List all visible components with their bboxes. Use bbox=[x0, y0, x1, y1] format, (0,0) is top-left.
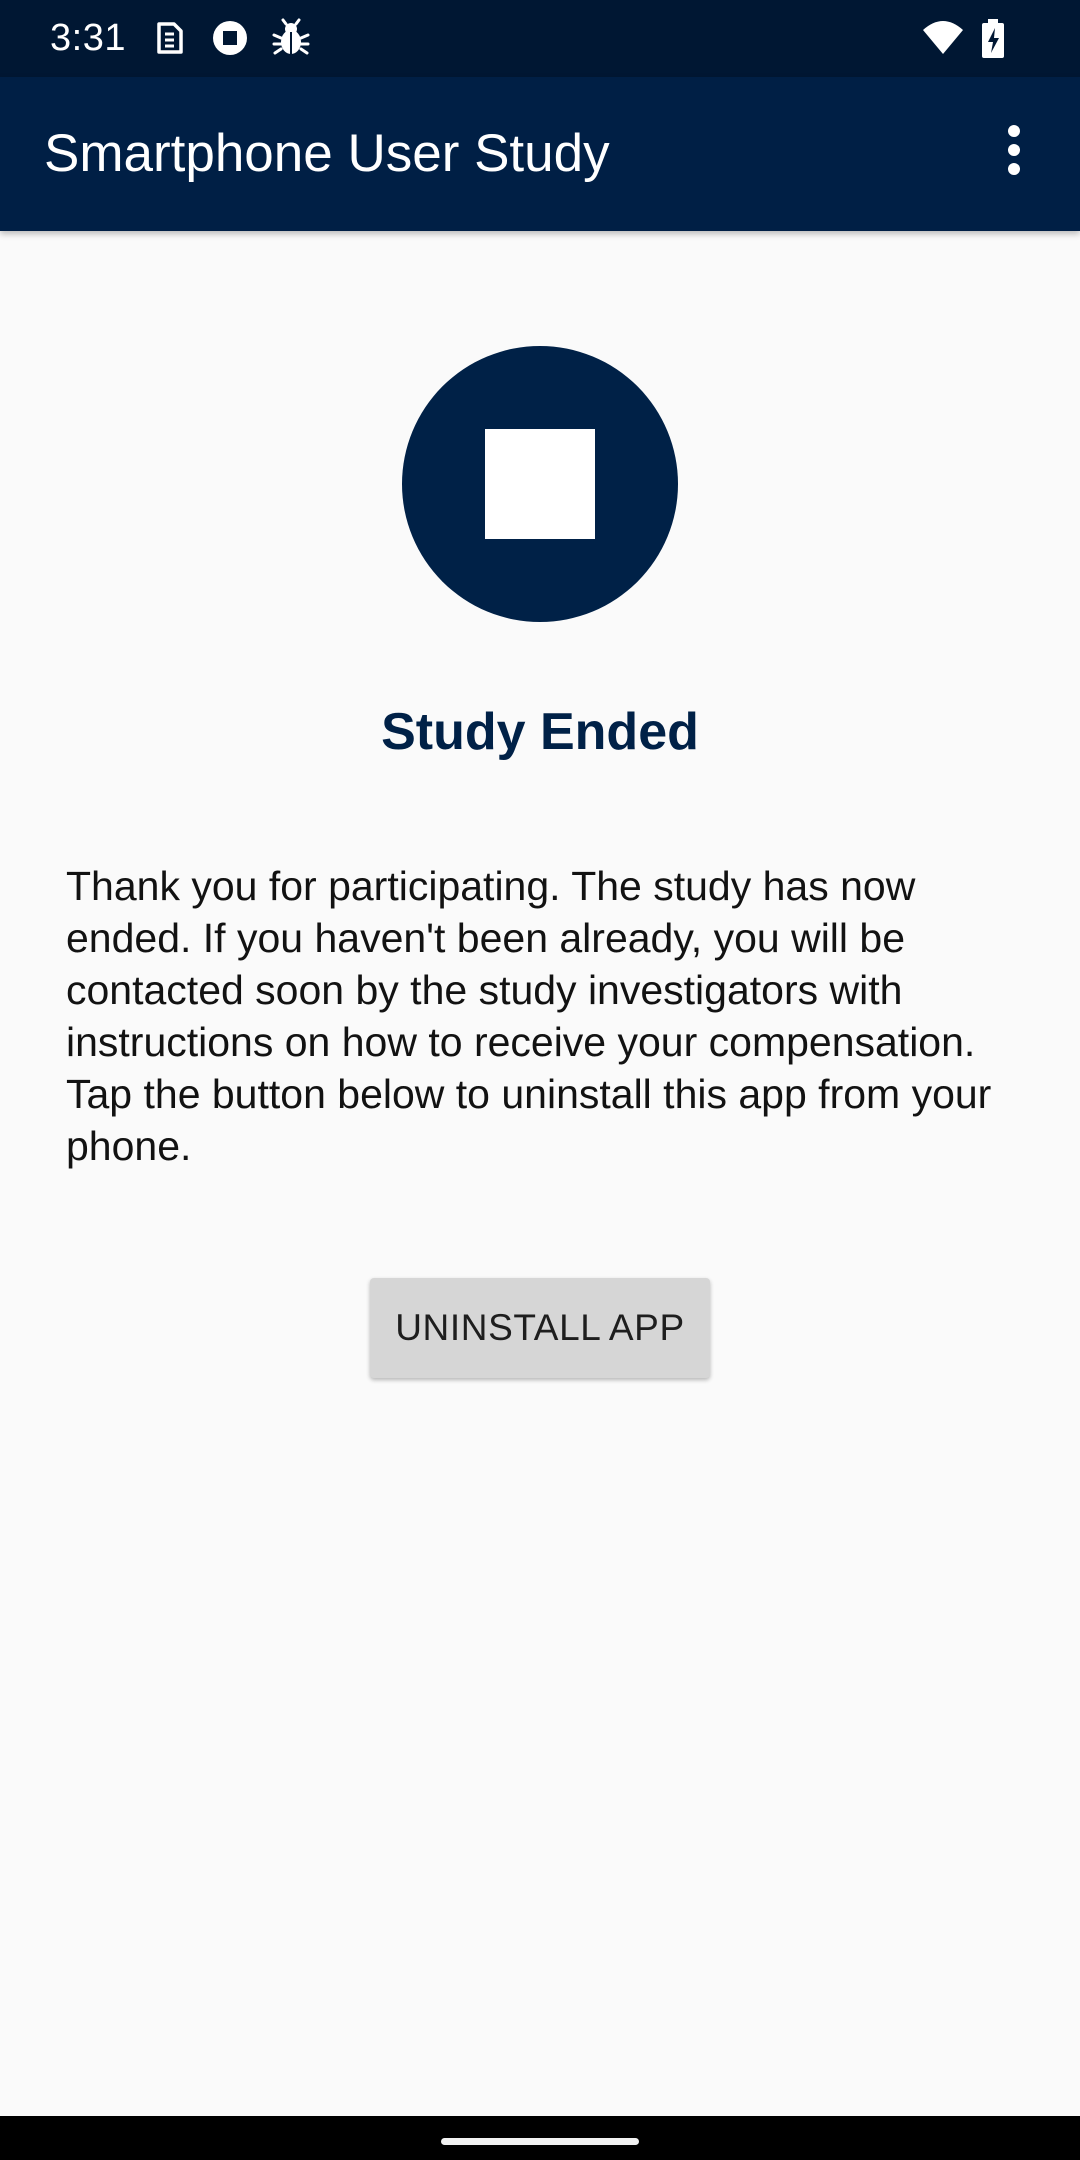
home-handle[interactable] bbox=[441, 2138, 639, 2145]
stop-icon bbox=[402, 346, 678, 622]
battery-charging-icon bbox=[979, 18, 1007, 58]
bug-icon bbox=[271, 18, 311, 58]
status-bar: 3:31 bbox=[0, 0, 1080, 77]
uninstall-app-button[interactable]: UNINSTALL APP bbox=[370, 1278, 710, 1378]
more-vert-icon[interactable] bbox=[966, 106, 1062, 202]
navigation-bar bbox=[0, 2116, 1080, 2160]
sim-icon bbox=[150, 18, 190, 58]
study-ended-title: Study Ended bbox=[381, 703, 699, 761]
stop-square bbox=[485, 429, 595, 539]
wifi-icon bbox=[921, 18, 965, 58]
stop-notification-icon bbox=[210, 18, 250, 58]
app-bar: Smartphone User Study bbox=[0, 77, 1080, 231]
status-time: 3:31 bbox=[50, 17, 126, 59]
app-title: Smartphone User Study bbox=[44, 124, 610, 183]
study-ended-message: Thank you for participating. The study h… bbox=[66, 863, 992, 1169]
